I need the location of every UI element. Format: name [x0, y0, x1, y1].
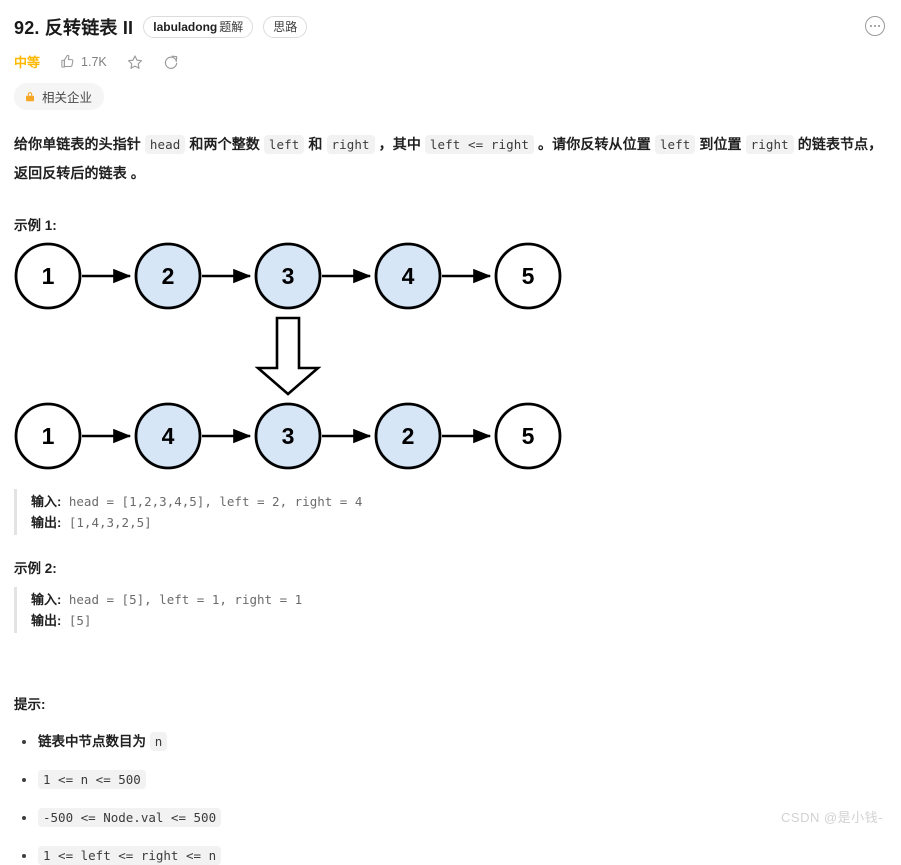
company-row: 相关企业 — [0, 71, 901, 110]
favorite-button[interactable] — [127, 54, 143, 70]
example-2-code-block: 输入: head = [5], left = 1, right = 1 输出: … — [14, 587, 901, 633]
output-value: [1,4,3,2,5] — [61, 515, 152, 530]
list-node: 1 — [14, 242, 82, 310]
watermark: CSDN @是小钱- — [781, 810, 883, 825]
linked-list-svg: 1 2 3 4 5 1 4 3 2 5 — [14, 242, 562, 470]
example-1-heading: 示例 1: — [14, 218, 57, 233]
star-icon — [127, 54, 143, 70]
tag-label: 思路 — [273, 20, 298, 34]
ellipsis-dot — [874, 25, 876, 27]
node-value: 5 — [522, 263, 535, 289]
linked-list-diagram: 1 2 3 4 5 1 4 3 2 5 — [0, 234, 901, 479]
hint-item: -500 <= Node.val <= 500 — [22, 808, 901, 827]
before-reversal: 1 2 3 4 5 — [14, 242, 562, 310]
problem-page: 92. 反转链表 II labuladong 题解 思路 中等 1.7K 相关企… — [0, 0, 901, 865]
node-value: 2 — [402, 423, 415, 449]
inline-code-head: head — [144, 135, 186, 154]
inline-code-right-2: right — [745, 135, 794, 154]
problem-description: 给你单链表的头指针 head 和两个整数 left 和 right ，其中 le… — [0, 110, 901, 188]
list-node: 3 — [254, 402, 322, 470]
lock-icon — [24, 90, 36, 103]
tag-approach[interactable]: 思路 — [263, 16, 308, 38]
list-node: 2 — [134, 242, 202, 310]
related-companies-badge[interactable]: 相关企业 — [14, 83, 105, 110]
list-node: 3 — [254, 242, 322, 310]
list-node: 2 — [374, 402, 442, 470]
desc-text: 和 — [304, 136, 327, 152]
desc-text: ，其中 — [374, 136, 425, 152]
hint-item: 链表中节点数目为 n — [22, 732, 901, 751]
share-icon — [163, 54, 179, 70]
ellipsis-dot — [878, 25, 880, 27]
ellipsis-icon[interactable] — [865, 16, 885, 36]
page-title: 92. 反转链表 II — [14, 18, 134, 38]
list-node: 5 — [494, 242, 562, 310]
share-button[interactable] — [163, 54, 179, 70]
hint-inline-code: 1 <= left <= right <= n — [38, 846, 222, 865]
meta-row: 中等 1.7K — [0, 40, 901, 71]
hint-inline-code: n — [149, 732, 168, 751]
desc-text: 给你单链表的头指针 — [14, 136, 145, 152]
hint-item: 1 <= n <= 500 — [22, 770, 901, 789]
input-value: head = [5], left = 1, right = 1 — [61, 592, 303, 607]
node-value: 5 — [522, 423, 535, 449]
desc-text: 到位置 — [695, 136, 746, 152]
hints-list: 链表中节点数目为 n1 <= n <= 500 -500 <= Node.val … — [0, 732, 901, 865]
after-reversal: 1 4 3 2 5 — [14, 402, 562, 470]
like-count: 1.7K — [81, 54, 107, 69]
desc-text: 和两个整数 — [185, 136, 264, 152]
node-value: 1 — [42, 423, 55, 449]
input-label: 输入: — [31, 494, 62, 509]
ellipsis-dot — [870, 25, 872, 27]
hint-text: 链表中节点数目为 — [38, 734, 150, 749]
title-row: 92. 反转链表 II labuladong 题解 思路 — [0, 0, 901, 40]
like-button[interactable]: 1.7K — [60, 54, 107, 69]
example-1-code-block: 输入: head = [1,2,3,4,5], left = 2, right … — [14, 489, 901, 535]
hint-inline-code: 1 <= n <= 500 — [38, 770, 146, 789]
hints-heading: 提示: — [14, 697, 46, 712]
output-label: 输出: — [31, 515, 62, 530]
inline-code-right: right — [326, 135, 375, 154]
hint-inline-code: -500 <= Node.val <= 500 — [38, 808, 222, 827]
list-node: 1 — [14, 402, 82, 470]
input-label: 输入: — [31, 592, 62, 607]
desc-text: 。请你反转从位置 — [534, 136, 655, 152]
node-value: 4 — [162, 423, 175, 449]
node-value: 1 — [42, 263, 55, 289]
example-2-heading: 示例 2: — [14, 561, 57, 576]
tag-label: 题解 — [219, 20, 244, 34]
related-companies-label: 相关企业 — [42, 91, 93, 105]
tag-labuladong-solution[interactable]: labuladong 题解 — [143, 16, 254, 38]
list-node: 5 — [494, 402, 562, 470]
difficulty-badge: 中等 — [14, 55, 41, 70]
thumbs-up-icon — [60, 54, 75, 69]
list-node: 4 — [134, 402, 202, 470]
inline-code-left: left — [263, 135, 305, 154]
input-value: head = [1,2,3,4,5], left = 2, right = 4 — [61, 494, 363, 509]
inline-code-condition: left <= right — [424, 135, 535, 154]
inline-code-left-2: left — [654, 135, 696, 154]
node-value: 3 — [282, 263, 295, 289]
list-node: 4 — [374, 242, 442, 310]
hint-item: 1 <= left <= right <= n — [22, 846, 901, 865]
output-label: 输出: — [31, 613, 62, 628]
output-value: [5] — [61, 613, 92, 628]
node-value: 3 — [282, 423, 295, 449]
block-down-arrow-icon — [254, 316, 322, 396]
tag-brand-label: labuladong — [153, 20, 218, 34]
node-value: 2 — [162, 263, 175, 289]
node-value: 4 — [402, 263, 415, 289]
